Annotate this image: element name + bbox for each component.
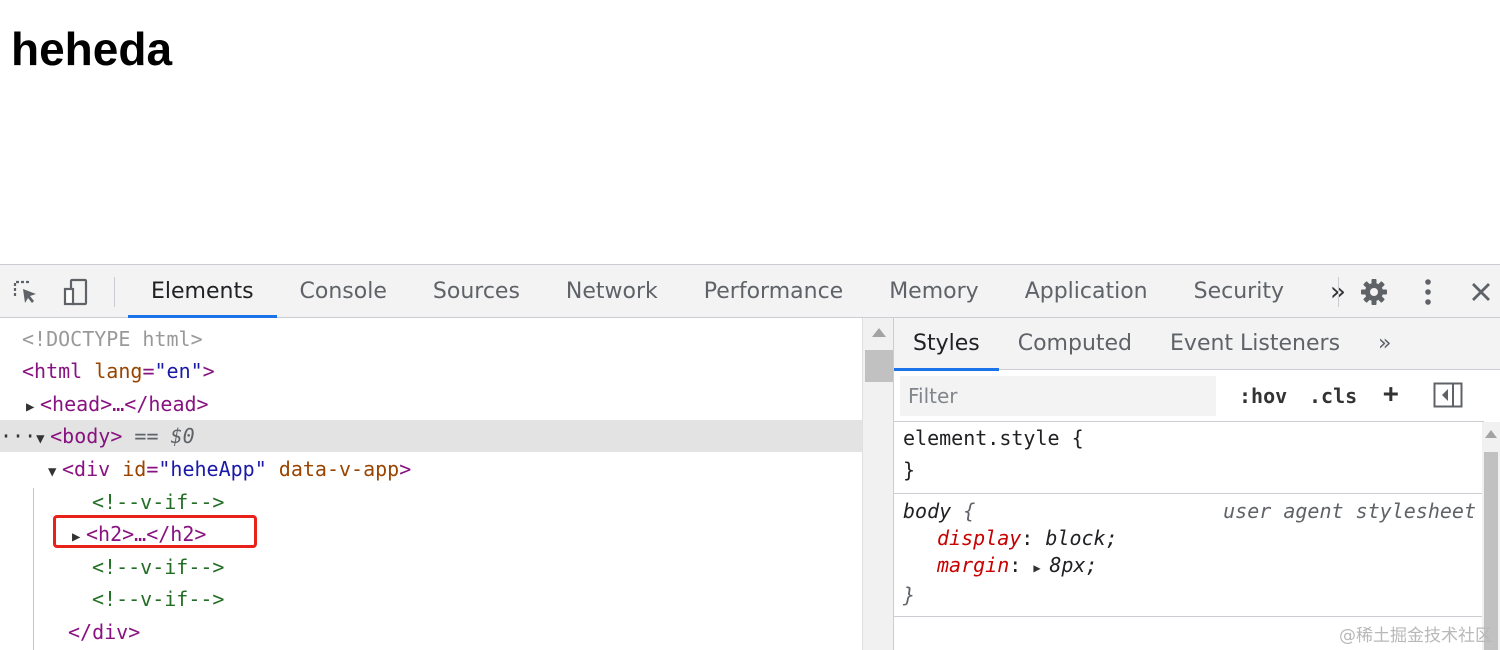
dom-scrollbar[interactable] — [862, 318, 894, 650]
html-tag: <html — [22, 359, 83, 383]
tab-performance[interactable]: Performance — [681, 265, 866, 317]
toolbar-divider — [114, 277, 115, 307]
scroll-up-icon[interactable] — [1485, 430, 1497, 438]
rule-divider — [894, 616, 1482, 617]
scrollbar-thumb[interactable] — [865, 350, 893, 382]
tab-application[interactable]: Application — [1002, 265, 1171, 317]
dom-node-html[interactable]: <html lang="en"> — [0, 355, 862, 387]
page-heading: heheda — [11, 23, 173, 75]
dom-node-comment[interactable]: <!--v-if--> — [0, 551, 862, 583]
body-tag: <body> — [50, 424, 123, 448]
expand-arrow-icon[interactable]: ▶ — [1033, 555, 1049, 581]
head-tag: <head>…</head> — [40, 392, 209, 416]
dom-node-comment[interactable]: <!--v-if--> — [0, 486, 862, 518]
brace-close: } — [903, 583, 916, 607]
node-actions-icon[interactable]: ··· — [0, 424, 36, 448]
comment-text: <!--v-if--> — [92, 587, 225, 611]
gear-icon[interactable] — [1357, 275, 1391, 309]
hover-state-button[interactable]: :hov — [1239, 382, 1287, 410]
tab-network[interactable]: Network — [543, 265, 681, 317]
property-name: display — [937, 526, 1022, 550]
dom-tree: <!DOCTYPE html> <html lang="en"> ▶ <head>… — [0, 318, 862, 650]
toolbar-divider — [1338, 277, 1339, 307]
property-value: block; — [1045, 526, 1118, 550]
styles-scrollbar[interactable] — [1482, 422, 1500, 650]
toggle-sidebar-icon[interactable] — [1433, 382, 1463, 415]
div-attr-app: data-v-app — [278, 457, 400, 481]
property-value: 8px; — [1049, 553, 1098, 577]
comment-text: <!--v-if--> — [92, 555, 225, 579]
div-attr-id: id — [122, 457, 147, 481]
style-property[interactable]: margin: ▶ 8px; — [903, 552, 1482, 581]
tab-computed[interactable]: Computed — [999, 318, 1151, 370]
dom-node-doctype[interactable]: <!DOCTYPE html> — [0, 323, 862, 355]
tab-sources[interactable]: Sources — [410, 265, 543, 317]
kebab-menu-icon[interactable] — [1411, 275, 1445, 309]
styles-filter-input[interactable] — [900, 376, 1216, 416]
tab-event-listeners[interactable]: Event Listeners — [1151, 318, 1359, 370]
styles-filter-bar: :hov .cls + — [894, 370, 1484, 422]
html-attr-value: "en" — [154, 359, 203, 383]
brace-open: { — [963, 499, 976, 523]
tab-styles[interactable]: Styles — [894, 318, 999, 371]
tab-security[interactable]: Security — [1171, 265, 1307, 317]
body-selector: body — [903, 499, 952, 523]
tab-console[interactable]: Console — [277, 265, 410, 317]
comment-text: <!--v-if--> — [92, 490, 225, 514]
inspect-element-icon[interactable] — [8, 275, 42, 309]
selected-node-indicator: == $0 — [134, 424, 195, 448]
collapse-arrow-icon[interactable]: ▼ — [48, 456, 62, 488]
tab-elements[interactable]: Elements — [128, 265, 277, 318]
tab-memory[interactable]: Memory — [866, 265, 1001, 317]
dom-node-div[interactable]: ▼ <div id="heheApp" data-v-app> — [0, 453, 862, 485]
div-tag: <div — [62, 457, 111, 481]
main-tab-bar: Elements Console Sources Network Perform… — [128, 265, 1369, 318]
dom-node-div-close[interactable]: </div> — [0, 616, 862, 648]
dom-node-body[interactable]: ···▼ <body> == $0 — [0, 420, 862, 452]
div-tag-close-bracket: > — [399, 457, 412, 481]
html-attr-name: lang — [94, 359, 143, 383]
user-agent-source-label: user agent stylesheet — [1223, 499, 1476, 523]
property-name: margin — [937, 553, 1010, 577]
close-icon[interactable] — [1464, 275, 1498, 309]
div-close-tag: </div> — [68, 620, 141, 644]
more-tabs-icon[interactable]: » — [1359, 318, 1410, 370]
styles-tab-bar: Styles Computed Event Listeners » — [894, 318, 1500, 371]
class-toggle-button[interactable]: .cls — [1309, 382, 1357, 410]
expand-arrow-icon[interactable]: ▶ — [26, 391, 40, 423]
rule-body-ua[interactable]: body { user agent stylesheet display: bl… — [894, 494, 1482, 607]
devtools-panel: Elements Console Sources Network Perform… — [0, 264, 1500, 650]
devtools-toolbar: Elements Console Sources Network Perform… — [0, 264, 1500, 318]
div-attr-id-value: "heheApp" — [158, 457, 267, 481]
collapse-arrow-icon[interactable]: ▼ — [36, 423, 50, 455]
doctype-text: <!DOCTYPE html> — [22, 327, 203, 351]
dom-node-head[interactable]: ▶ <head>…</head> — [0, 388, 862, 420]
new-rule-button[interactable]: + — [1383, 380, 1399, 408]
dom-node-comment[interactable]: <!--v-if--> — [0, 583, 862, 615]
device-toolbar-icon[interactable] — [58, 275, 92, 309]
scroll-up-icon[interactable] — [872, 328, 886, 337]
tree-guide-line — [33, 488, 34, 650]
watermark: @稀土掘金技术社区 — [1339, 626, 1492, 646]
rule-element-style[interactable]: element.style { } — [894, 424, 1482, 484]
element-style-selector: element.style { — [903, 426, 1084, 450]
styles-pane: Styles Computed Event Listeners » :hov .… — [894, 318, 1500, 650]
style-property[interactable]: display: block; — [903, 524, 1482, 552]
brace-close: } — [903, 458, 916, 482]
annotation-highlight-box — [53, 515, 257, 548]
